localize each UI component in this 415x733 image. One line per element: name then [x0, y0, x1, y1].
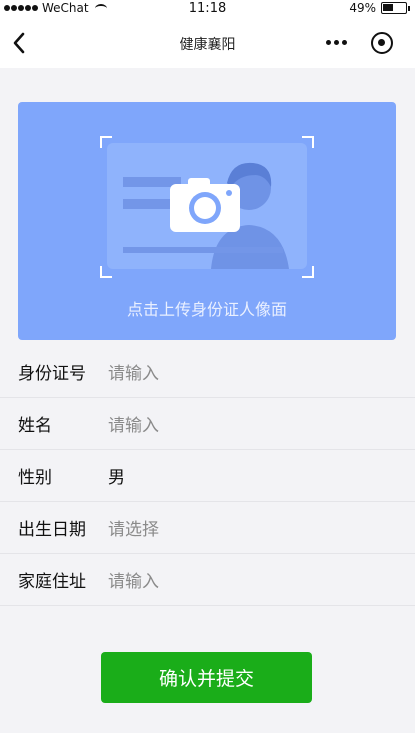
page-title: 健康襄阳: [179, 37, 236, 53]
target-icon[interactable]: [371, 32, 393, 54]
status-bar: WeChat 11:18 49%: [0, 0, 415, 18]
id-number-input[interactable]: 请输入: [108, 359, 159, 384]
address-row[interactable]: 家庭住址 请输入: [0, 554, 415, 606]
id-upload-card[interactable]: 点击上传身份证人像面: [18, 102, 396, 340]
battery-percent: 49%: [349, 1, 376, 15]
upload-label: 点击上传身份证人像面: [126, 300, 287, 319]
id-number-row[interactable]: 身份证号 请输入: [0, 346, 415, 398]
birth-date-label: 出生日期: [18, 520, 86, 540]
battery-info: 49%: [349, 1, 410, 15]
name-row[interactable]: 姓名 请输入: [0, 398, 415, 450]
birth-date-row[interactable]: 出生日期 请选择: [0, 502, 415, 554]
address-label: 家庭住址: [18, 572, 86, 592]
form: 身份证号 请输入 姓名 请输入 性别 男 出生日期 请选择 家庭住址 请输入: [0, 346, 415, 606]
id-card-frame: [100, 136, 314, 278]
birth-date-picker[interactable]: 请选择: [108, 515, 159, 540]
camera-icon: [170, 178, 240, 232]
address-input[interactable]: 请输入: [108, 567, 159, 592]
name-label: 姓名: [18, 416, 52, 436]
battery-icon: [381, 2, 410, 14]
submit-button[interactable]: 确认并提交: [101, 652, 312, 703]
battery-fill: [383, 4, 393, 11]
id-number-label: 身份证号: [18, 364, 86, 384]
gender-select[interactable]: 男: [108, 463, 125, 488]
gender-label: 性别: [18, 468, 52, 488]
gender-row[interactable]: 性别 男: [0, 450, 415, 502]
more-dots-icon[interactable]: [326, 40, 347, 45]
name-input[interactable]: 请输入: [108, 411, 159, 436]
nav-bar: 健康襄阳: [0, 18, 415, 68]
